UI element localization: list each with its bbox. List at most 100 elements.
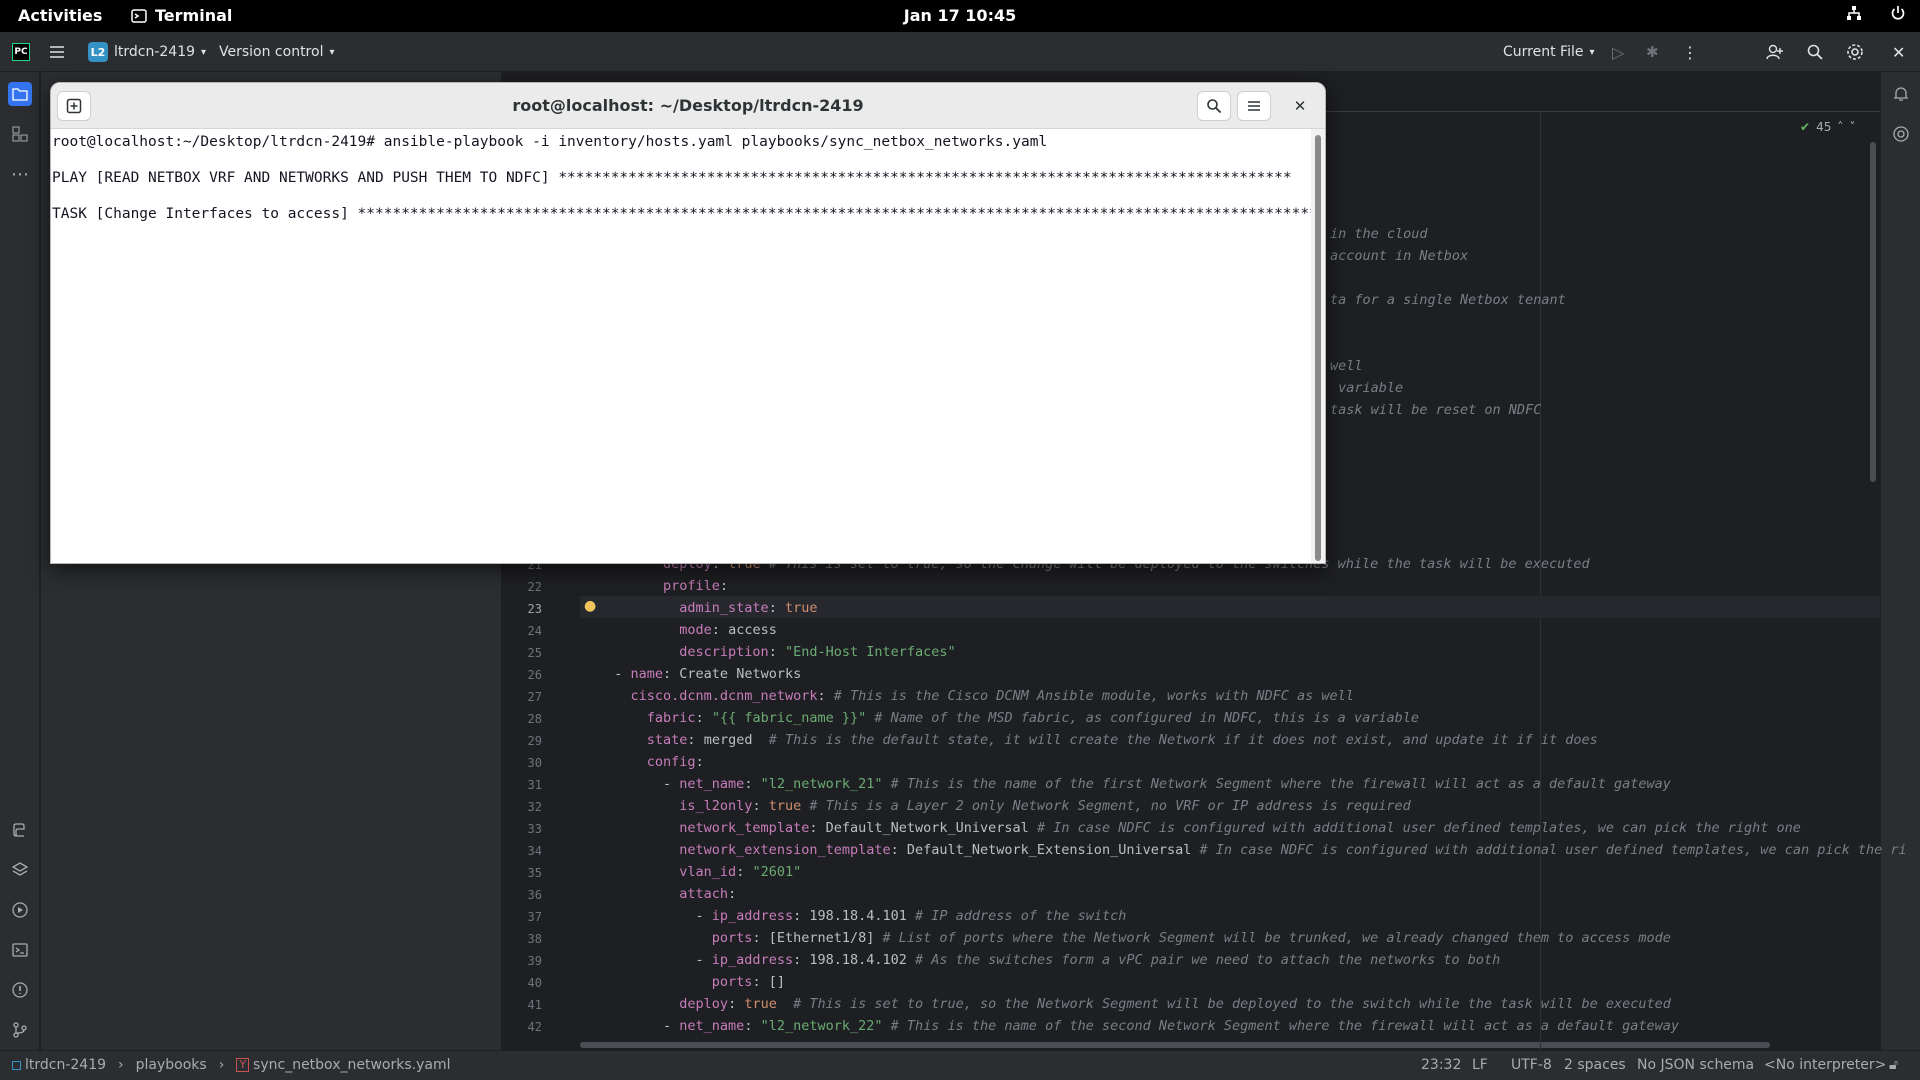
line-number: 40 (527, 976, 542, 990)
code-line-25: description: "End-Host Interfaces" (679, 644, 956, 660)
line-number: 29 (527, 734, 542, 748)
line-number: 38 (527, 932, 542, 946)
line-number: 23 (527, 602, 542, 616)
problems-icon[interactable] (8, 978, 32, 1002)
add-user-icon[interactable] (1766, 43, 1784, 61)
clock[interactable]: Jan 17 10:45 (904, 6, 1016, 25)
status-bar: ltrdcn-2419 › playbooks › Y sync_netbox_… (0, 1050, 1920, 1080)
breadcrumb-folder[interactable]: playbooks (136, 1057, 207, 1073)
run-icon[interactable]: ▷ (1612, 43, 1624, 62)
python-console-icon[interactable] (8, 818, 32, 842)
line-separator[interactable]: LF (1472, 1057, 1488, 1073)
close-window-button[interactable]: ✕ (1289, 95, 1311, 117)
comment-fragment: ta for a single Netbox tenant (1330, 292, 1566, 308)
lightbulb-icon[interactable]: ● (584, 598, 596, 614)
python-packages-icon[interactable] (8, 858, 32, 882)
yaml-file-icon: Y (236, 1058, 250, 1072)
search-icon[interactable] (1806, 43, 1824, 61)
inspection-widget[interactable]: ✔ 45 ˄ ˅ (1800, 120, 1855, 134)
run-config-selector[interactable]: Current File ▾ (1503, 32, 1595, 72)
check-icon: ✔ (1800, 120, 1811, 134)
code-line-33: network_template: Default_Network_Univer… (679, 820, 1801, 836)
new-tab-button[interactable] (57, 91, 91, 121)
file-encoding[interactable]: UTF-8 (1511, 1057, 1552, 1073)
structure-icon[interactable] (8, 122, 32, 146)
comment-fragment: account in Netbox (1330, 248, 1469, 264)
code-line-32: is_l2only: true # This is a Layer 2 only… (679, 798, 1411, 814)
terminal-line: TASK [Change Interfaces to access] *****… (52, 206, 1313, 222)
right-tool-strip (1880, 72, 1920, 1050)
search-button[interactable] (1197, 91, 1231, 121)
project-selector[interactable]: L2 ltrdcn-2419 ▾ (88, 32, 206, 72)
hamburger-menu-button[interactable] (1237, 91, 1271, 121)
terminal-title: root@localhost: ~/Desktop/ltrdcn-2419 (512, 96, 864, 115)
ai-assistant-icon[interactable] (1889, 122, 1913, 146)
line-number: 25 (527, 646, 542, 660)
line-number: 26 (527, 668, 542, 682)
terminal-output[interactable]: root@localhost:~/Desktop/ltrdcn-2419# an… (51, 129, 1313, 563)
chevron-down-icon: ˅ (1849, 120, 1856, 134)
chevron-down-icon: ▾ (201, 46, 207, 58)
comment-fragment: in the cloud (1330, 226, 1428, 242)
chevron-down-icon: ▾ (1589, 46, 1595, 58)
project-folder-icon[interactable] (8, 82, 32, 106)
cursor-position[interactable]: 23:32 (1421, 1057, 1461, 1073)
vcs-label: Version control (219, 44, 324, 60)
git-branch-icon[interactable] (8, 1018, 32, 1042)
code-line-38: ports: [Ethernet1/8] # List of ports whe… (711, 930, 1671, 946)
main-menu-icon[interactable] (48, 43, 66, 61)
line-number: 30 (527, 756, 542, 770)
more-tools-icon[interactable]: ⋯ (8, 162, 32, 186)
terminal-line: PLAY [READ NETBOX VRF AND NETWORKS AND P… (52, 170, 1292, 186)
breadcrumb-file[interactable]: sync_netbox_networks.yaml (253, 1057, 450, 1073)
json-schema[interactable]: No JSON schema (1637, 1057, 1754, 1073)
chevron-up-icon: ˄ (1837, 120, 1844, 134)
breadcrumb-project[interactable]: ltrdcn-2419 (25, 1057, 106, 1073)
terminal-scrollbar[interactable] (1311, 129, 1325, 563)
hamburger-menu-icon (1248, 101, 1260, 111)
editor-vertical-scrollbar[interactable] (1870, 142, 1876, 482)
scrollbar-thumb[interactable] (1315, 135, 1321, 561)
line-number: 33 (527, 822, 542, 836)
terminal-icon (131, 8, 147, 23)
terminal-window[interactable]: root@localhost: ~/Desktop/ltrdcn-2419 ✕ … (50, 82, 1326, 564)
line-number: 32 (527, 800, 542, 814)
comment-fragment: well (1330, 358, 1363, 374)
chevron-down-icon: ▾ (329, 46, 335, 58)
services-icon[interactable] (8, 898, 32, 922)
code-line-34: network_extension_template: Default_Netw… (679, 842, 1907, 858)
terminal-tool-icon[interactable] (8, 938, 32, 962)
app-name: Terminal (155, 6, 233, 25)
version-control-menu[interactable]: Version control ▾ (219, 32, 335, 72)
power-icon[interactable] (1890, 5, 1906, 21)
editor-horizontal-scrollbar[interactable] (580, 1042, 1770, 1048)
comment-fragment: task will be reset on NDFC (1330, 402, 1542, 418)
right-margin-guide (1540, 112, 1541, 1050)
debug-icon[interactable]: ✱ (1646, 43, 1659, 61)
code-line-36: attach: (679, 886, 737, 902)
python-interpreter[interactable]: <No interpreter> (1764, 1057, 1886, 1073)
system-top-bar: Activities Terminal Jan 17 10:45 (0, 0, 1920, 32)
code-line-41: deploy: true # This is set to true, so t… (679, 996, 1671, 1012)
code-line-42: - net_name: "l2_network_22" # This is th… (598, 1018, 1680, 1034)
settings-gear-icon[interactable] (1846, 43, 1864, 61)
terminal-header-bar[interactable]: root@localhost: ~/Desktop/ltrdcn-2419 ✕ (51, 83, 1325, 129)
line-number: 37 (527, 910, 542, 924)
code-line-28: fabric: "{{ fabric_name }}" # Name of th… (646, 710, 1419, 726)
network-icon[interactable] (1846, 5, 1862, 21)
more-actions-icon[interactable]: ⋮ (1682, 43, 1698, 62)
notifications-bell-icon[interactable] (1889, 82, 1913, 106)
code-line-24: mode: access (679, 622, 777, 638)
activities-button[interactable]: Activities (18, 6, 102, 25)
project-badge: L2 (88, 42, 108, 62)
indent-setting[interactable]: 2 spaces (1564, 1057, 1626, 1073)
close-icon[interactable]: ✕ (1892, 43, 1905, 62)
app-menu[interactable]: Terminal (131, 6, 232, 25)
search-icon (1207, 99, 1222, 114)
project-name: ltrdcn-2419 (114, 44, 196, 60)
run-config-label: Current File (1503, 44, 1584, 60)
line-number: 42 (527, 1020, 542, 1034)
code-line-35: vlan_id: "2601" (679, 864, 802, 880)
lock-icon[interactable]: 🔓︎ (1889, 1057, 1898, 1073)
comment-fragment: variable (1330, 380, 1404, 396)
